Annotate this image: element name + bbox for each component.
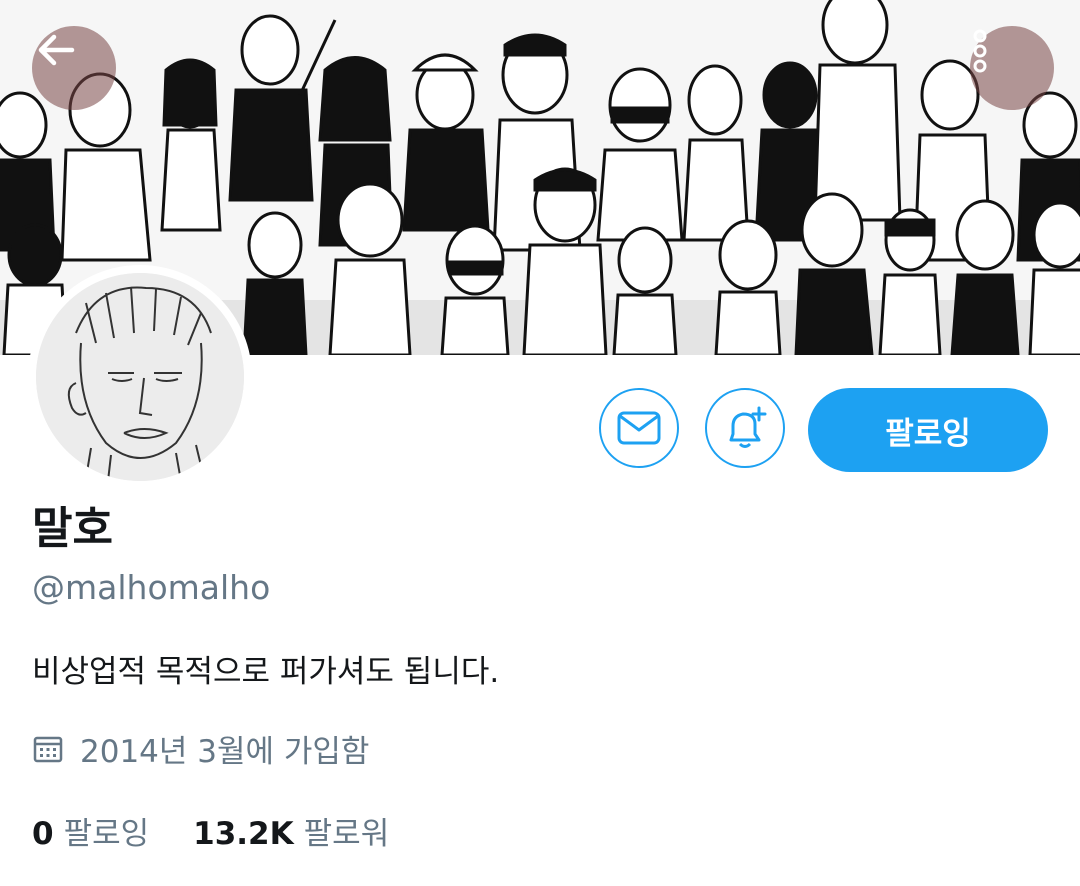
arrow-left-icon (38, 34, 75, 66)
avatar-image (36, 273, 244, 481)
following-count: 0 (32, 816, 54, 852)
following-label: 팔로잉 (63, 816, 150, 852)
notifications-button[interactable] (705, 388, 785, 468)
followers-count: 13.2K (193, 816, 294, 852)
joined-date-text: 2014년 3월에 가입함 (80, 734, 370, 770)
bell-plus-icon (729, 406, 767, 448)
mail-icon (617, 411, 661, 445)
back-button[interactable] (32, 26, 116, 110)
following-stat[interactable]: 0 팔로잉 (32, 808, 149, 853)
message-button[interactable] (599, 388, 679, 468)
display-name: 말호 (32, 503, 113, 554)
following-button[interactable]: 팔로잉 (808, 388, 1048, 472)
avatar[interactable] (28, 265, 252, 489)
user-handle: @malhomalho (32, 568, 271, 607)
more-options-button[interactable] (970, 26, 1054, 110)
joined-date: 2014년 3월에 가입함 (32, 726, 369, 771)
followers-label: 팔로워 (303, 816, 390, 852)
profile-bio: 비상업적 목적으로 퍼가셔도 됩니다. (32, 654, 500, 690)
followers-stat[interactable]: 13.2K 팔로워 (193, 808, 389, 853)
calendar-icon (32, 733, 64, 765)
profile-stats: 0 팔로잉 13.2K 팔로워 (32, 808, 433, 853)
more-vertical-icon (973, 29, 987, 73)
